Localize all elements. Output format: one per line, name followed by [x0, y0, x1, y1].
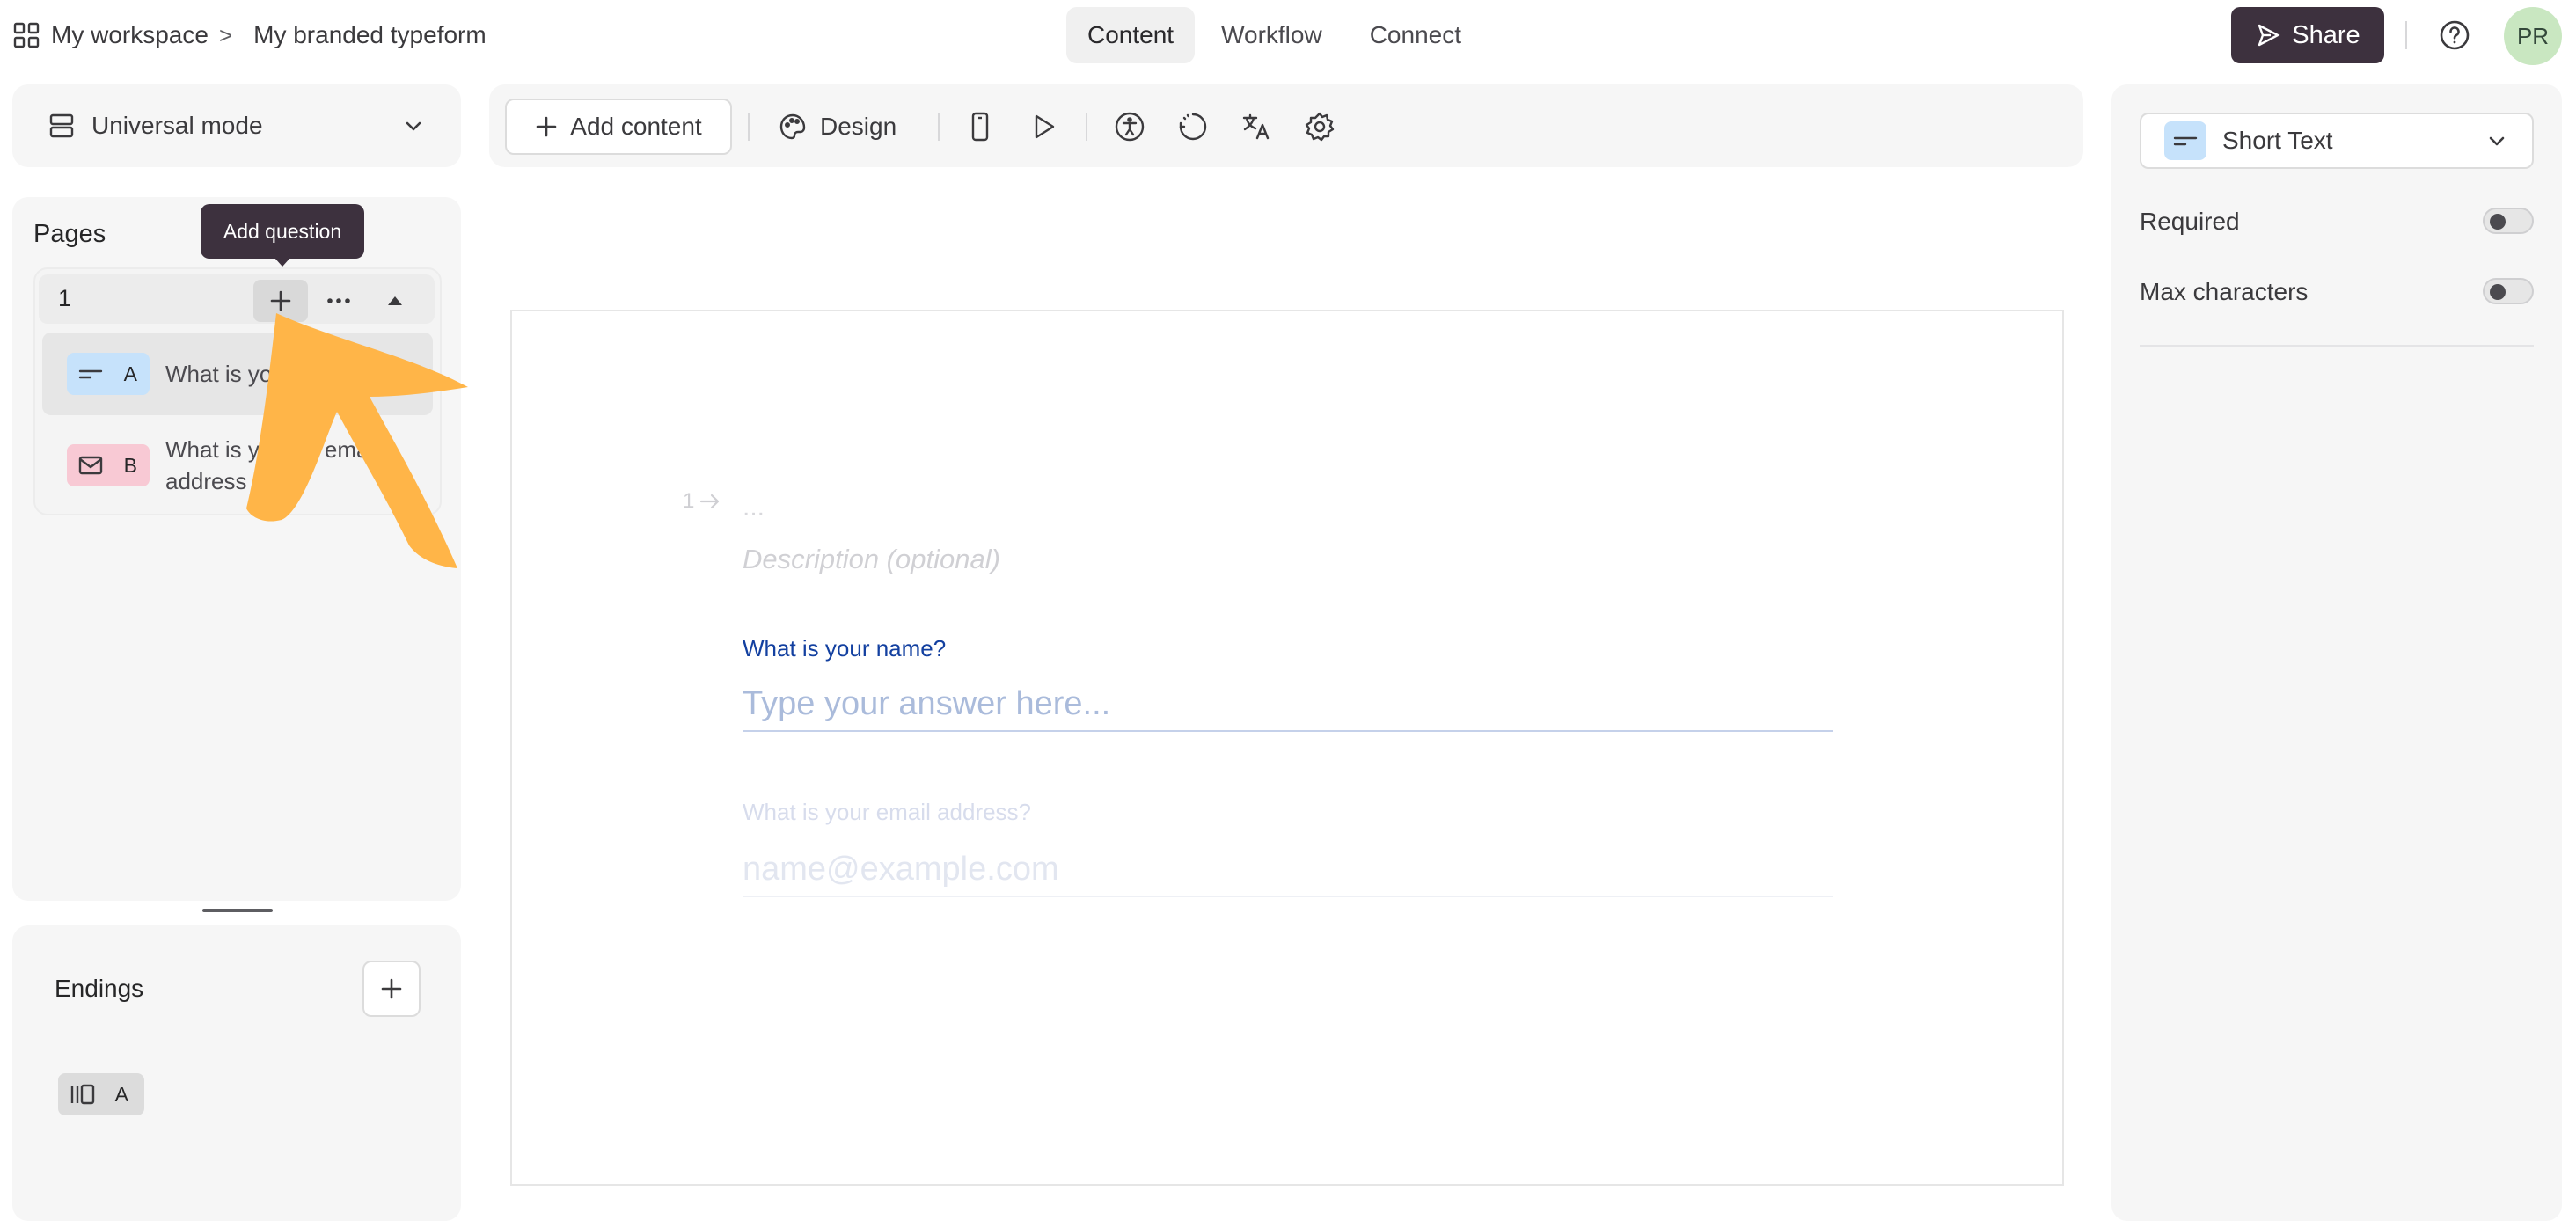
more-horizontal-icon: [326, 296, 352, 305]
triangle-up-icon: [386, 295, 404, 307]
chevron-down-icon: [401, 113, 426, 138]
mobile-preview-icon[interactable]: [962, 109, 998, 144]
add-question-tooltip: Add question: [201, 204, 364, 267]
breadcrumb: My workspace > My branded typeform: [12, 14, 487, 56]
question-number: 1: [683, 489, 721, 514]
add-content-button[interactable]: Add content: [505, 99, 732, 155]
share-label: Share: [2292, 20, 2360, 49]
loading-icon[interactable]: [1175, 109, 1211, 144]
required-label: Required: [2140, 208, 2240, 235]
annotation-arrow-icon: [238, 313, 475, 577]
design-label: Design: [820, 113, 897, 140]
settings-divider: [2140, 345, 2534, 347]
tab-connect[interactable]: Connect: [1349, 7, 1482, 63]
mode-selector[interactable]: Universal mode: [12, 84, 461, 167]
plus-icon: [379, 976, 404, 1001]
translate-icon[interactable]: [1239, 109, 1274, 144]
mail-icon: [77, 455, 104, 476]
required-toggle[interactable]: [2483, 208, 2534, 234]
accessibility-icon[interactable]: [1112, 109, 1147, 144]
endings-title: Endings: [55, 975, 144, 1002]
share-button[interactable]: Share: [2231, 7, 2384, 63]
layout-icon: [48, 112, 76, 140]
ending-letter: A: [114, 1082, 128, 1106]
question-settings-panel: [2111, 84, 2562, 1221]
help-icon[interactable]: [2437, 18, 2472, 53]
question-type-select[interactable]: Short Text: [2140, 113, 2534, 169]
form-preview-canvas[interactable]: [510, 310, 2064, 1186]
header-divider: [2405, 21, 2407, 49]
name-field-label[interactable]: What is your name?: [743, 635, 946, 662]
pages-title: Pages: [33, 220, 106, 248]
ending-icon: [69, 1083, 97, 1106]
breadcrumb-separator: >: [218, 21, 233, 48]
send-icon: [2255, 22, 2281, 48]
mode-label: Universal mode: [91, 112, 263, 139]
question-letter: A: [123, 362, 137, 385]
page-number: 1: [58, 285, 72, 311]
arrow-right-icon: [699, 493, 721, 510]
name-field-input[interactable]: Type your answer here...: [743, 677, 1833, 732]
add-ending-button[interactable]: [362, 961, 421, 1017]
question-text-line2: address: [165, 468, 247, 494]
avatar[interactable]: PR: [2504, 7, 2562, 65]
settings-icon[interactable]: [1302, 109, 1337, 144]
chevron-down-icon: [2485, 128, 2509, 153]
panel-resize-handle[interactable]: [202, 909, 273, 912]
short-text-icon: [2164, 121, 2206, 160]
palette-icon: [778, 112, 808, 142]
plus-icon: [268, 289, 293, 313]
question-description[interactable]: Description (optional): [743, 544, 1000, 575]
grid-icon[interactable]: [12, 21, 40, 49]
toolbar-divider: [938, 113, 940, 141]
tab-content[interactable]: Content: [1066, 7, 1196, 63]
ending-item-a[interactable]: A: [58, 1073, 144, 1115]
email-field-input[interactable]: name@example.com: [743, 843, 1833, 897]
tab-workflow[interactable]: Workflow: [1200, 7, 1343, 63]
toolbar-divider: [748, 113, 750, 141]
question-letter: B: [123, 453, 137, 477]
breadcrumb-form-title[interactable]: My branded typeform: [253, 21, 487, 49]
plus-icon: [535, 115, 558, 138]
question-title[interactable]: ...: [743, 493, 765, 523]
question-badge-a: A: [67, 353, 150, 395]
add-content-label: Add content: [570, 113, 702, 140]
question-type-label: Short Text: [2222, 127, 2333, 154]
email-field-label[interactable]: What is your email address?: [743, 799, 1031, 826]
toolbar-divider: [1086, 113, 1087, 141]
design-button[interactable]: Design: [778, 99, 896, 155]
short-text-icon: [77, 365, 104, 383]
max-characters-label: Max characters: [2140, 278, 2309, 305]
max-characters-toggle[interactable]: [2483, 278, 2534, 304]
breadcrumb-workspace[interactable]: My workspace: [51, 21, 209, 49]
question-badge-b: B: [67, 444, 150, 486]
main-tabs: Content Workflow Connect: [1066, 7, 1482, 63]
play-icon[interactable]: [1026, 109, 1061, 144]
question-number-value: 1: [683, 489, 695, 513]
